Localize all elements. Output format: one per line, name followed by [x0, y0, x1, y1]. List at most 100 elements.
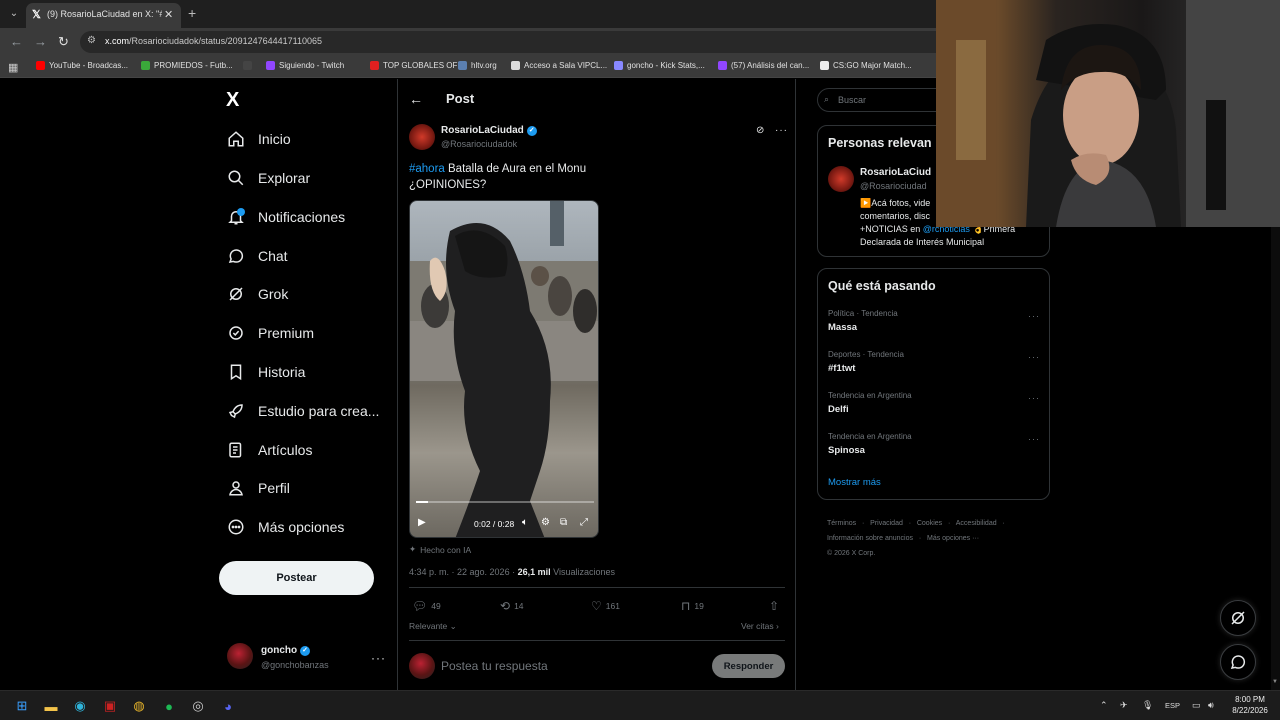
sidebar-item-historia[interactable]: Historia: [226, 358, 305, 386]
site-info-icon[interactable]: ⚙: [87, 35, 96, 46]
trend-item[interactable]: Tendencia en Argentina Delfi ···: [828, 391, 1040, 415]
account-more-icon[interactable]: ···: [371, 651, 386, 665]
trend-more-icon[interactable]: ···: [1028, 352, 1040, 362]
bookmark-item[interactable]: CS:GO Major Match...: [820, 61, 912, 70]
apps-grid-icon[interactable]: ▦: [8, 61, 18, 74]
volume-icon[interactable]: 🔊︎: [1208, 700, 1214, 711]
bookmark-item[interactable]: [243, 61, 252, 70]
trend-more-icon[interactable]: ···: [1028, 311, 1040, 321]
reload-icon[interactable]: ↻: [58, 34, 69, 50]
back-arrow-icon[interactable]: ←: [409, 91, 423, 107]
app-icon[interactable]: ▣: [100, 696, 120, 716]
volume-icon[interactable]: 🔈︎: [522, 517, 528, 528]
bookmark-item[interactable]: TOP GLOBALES OFI...: [370, 61, 466, 70]
author-avatar[interactable]: [409, 124, 435, 150]
footer-line[interactable]: Información sobre anuncios · Más opcione…: [827, 531, 1047, 546]
post-button[interactable]: Postear: [219, 561, 374, 595]
sidebar-item-label: Grok: [258, 286, 289, 302]
sidebar-item-label: Perfil: [258, 480, 290, 496]
steam-icon[interactable]: ◎: [188, 696, 208, 716]
bookmark-item[interactable]: YouTube - Broadcas...: [36, 61, 128, 70]
pip-icon[interactable]: ⧉: [560, 517, 567, 528]
trend-more-icon[interactable]: ···: [1028, 393, 1040, 403]
sidebar-item-inicio[interactable]: Inicio: [226, 125, 291, 153]
bookmark-item[interactable]: Acceso a Sala VIPCL...: [511, 61, 607, 70]
reply-action[interactable]: 💬︎ 49: [412, 599, 441, 613]
reply-input[interactable]: Postea tu respuesta: [441, 659, 548, 673]
forward-icon[interactable]: →: [34, 34, 47, 49]
post-time[interactable]: 4:34 p. m. · 22 ago. 2026 ·: [409, 567, 518, 577]
scroll-down-icon[interactable]: ▼: [1272, 679, 1278, 685]
messages-fab[interactable]: [1220, 644, 1256, 680]
new-tab-button[interactable]: +: [188, 5, 196, 21]
sidebar-item-estudio[interactable]: Estudio para crea...: [226, 397, 379, 425]
grok-icon: [226, 284, 246, 304]
show-more-link[interactable]: Mostrar más: [828, 477, 881, 488]
microphone-icon[interactable]: 🎙︎: [1142, 700, 1153, 711]
settings-icon[interactable]: ⚙: [541, 517, 550, 528]
sidebar-item-explorar[interactable]: Explorar: [226, 164, 310, 192]
bookmark-item[interactable]: Siguiendo - Twitch: [266, 61, 344, 70]
sidebar-item-perfil[interactable]: Perfil: [226, 474, 290, 502]
browser-tab[interactable]: 𝕏 (9) RosarioLaCiudad en X: "#ah ✕: [26, 3, 181, 28]
fullscreen-icon[interactable]: ⤢: [580, 517, 588, 528]
grok-explain-icon[interactable]: ⊘: [756, 125, 764, 136]
bookmark-item[interactable]: hltv.org: [458, 61, 497, 70]
chat-icon: [226, 246, 246, 266]
trend-item[interactable]: Tendencia en Argentina Spinosa ···: [828, 432, 1040, 456]
tab-close-icon[interactable]: ✕: [164, 8, 173, 21]
sidebar-item-mas-opciones[interactable]: Más opciones: [226, 513, 344, 541]
grok-fab[interactable]: [1220, 600, 1256, 636]
tray-app-icon[interactable]: ✈: [1120, 700, 1128, 711]
trend-item[interactable]: Política · Tendencia Massa ···: [828, 309, 1040, 333]
bookmark-item[interactable]: goncho - Kick Stats,...: [614, 61, 705, 70]
system-clock[interactable]: 8:00 PM 8/22/2026: [1227, 694, 1273, 716]
sidebar-item-premium[interactable]: Premium: [226, 319, 314, 347]
author-name-row[interactable]: RosarioLaCiudad ✓: [441, 125, 537, 136]
bookmark-favicon-icon: [36, 61, 45, 70]
language-indicator[interactable]: ESP: [1165, 701, 1180, 710]
trend-more-icon[interactable]: ···: [1028, 434, 1040, 444]
x-logo[interactable]: X: [226, 89, 239, 112]
sidebar-item-notificaciones[interactable]: Notificaciones: [226, 203, 345, 231]
sort-dropdown[interactable]: Relevante ⌄: [409, 621, 457, 632]
relevant-avatar[interactable]: [828, 166, 854, 192]
account-name-row[interactable]: goncho ✓: [261, 645, 311, 656]
tray-chevron-up-icon[interactable]: ⌃: [1100, 700, 1108, 711]
sidebar-item-grok[interactable]: Grok: [226, 280, 288, 308]
repost-action[interactable]: ⟲ 14: [500, 599, 524, 613]
video-progress-bar[interactable]: [416, 501, 594, 503]
address-bar[interactable]: ⚙ x.com/Rosariociudadok/status/209124764…: [80, 31, 960, 53]
author-handle[interactable]: @Rosariociudadok: [441, 139, 517, 149]
post-video[interactable]: ▶ 0:02 / 0:28 🔈︎ ⚙ ⧉ ⤢: [409, 200, 599, 538]
back-icon[interactable]: ←: [10, 34, 23, 49]
post-more-icon[interactable]: ···: [775, 125, 788, 136]
tab-list-chevron-icon[interactable]: ⌄: [6, 6, 22, 22]
network-icon[interactable]: ▭: [1192, 700, 1201, 711]
bookmark-item[interactable]: PROMIEDOS - Futb...: [141, 61, 233, 70]
like-count: 161: [605, 601, 620, 611]
share-action[interactable]: ⇧: [769, 599, 779, 613]
file-explorer-icon[interactable]: ▬: [41, 696, 61, 716]
bell-icon: [226, 207, 246, 227]
edge-icon[interactable]: ◉: [70, 696, 90, 716]
repost-count: 14: [514, 601, 524, 611]
account-avatar[interactable]: [227, 643, 253, 669]
windows-start-icon[interactable]: ⊞: [12, 696, 32, 716]
sidebar-item-chat[interactable]: Chat: [226, 242, 288, 270]
reply-button[interactable]: Responder: [712, 654, 785, 678]
bookmark-item[interactable]: (57) Análisis del can...: [718, 61, 809, 70]
spotify-icon[interactable]: ●: [159, 696, 179, 716]
trend-item[interactable]: Deportes · Tendencia #f1twt ···: [828, 350, 1040, 374]
view-quotes-link[interactable]: Ver citas ›: [741, 621, 779, 631]
sidebar-item-articulos[interactable]: Artículos: [226, 436, 312, 464]
hashtag-link[interactable]: #ahora: [409, 163, 445, 175]
bookmark-action[interactable]: ⊓ 19: [681, 599, 704, 613]
play-icon[interactable]: ▶: [418, 517, 426, 528]
discord-icon[interactable]: ◕: [218, 696, 238, 716]
like-action[interactable]: ♡ 161: [591, 599, 620, 613]
relevant-name[interactable]: RosarioLaCiud: [860, 167, 931, 178]
footer-line[interactable]: Términos · Privacidad · Cookies · Accesi…: [827, 516, 1047, 531]
chrome-icon[interactable]: ◍: [129, 696, 149, 716]
footer-links[interactable]: Términos · Privacidad · Cookies · Accesi…: [827, 516, 1047, 561]
